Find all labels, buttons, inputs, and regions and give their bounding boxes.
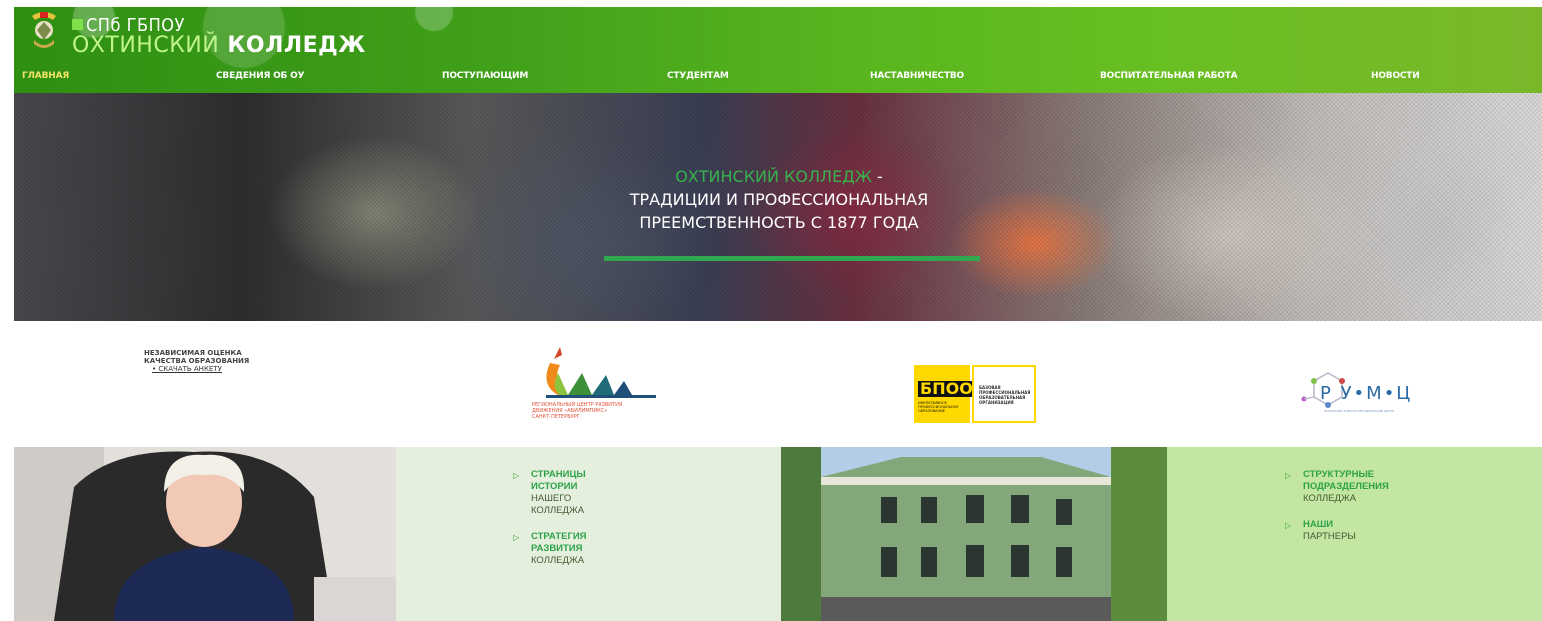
bpoo-right-line-4: ОРГАНИЗАЦИЯ xyxy=(979,400,1014,405)
triangle-marker-icon: ▷ xyxy=(513,471,520,480)
nav-students[interactable]: СТУДЕНТАМ xyxy=(667,71,729,81)
abilympics-caption: РЕГИОНАЛЬНЫЙ ЦЕНТР РАЗВИТИЯ ДВИЖЕНИЯ «АБ… xyxy=(532,402,622,420)
link-our-partners[interactable]: ▷ НАШИ ПАРТНЕРЫ xyxy=(1285,519,1389,543)
bpoo-left-line-3: ОБРАЗОВАНИЕ xyxy=(918,409,945,413)
history-strategy-panel: ▷ СТРАНИЦЫ ИСТОРИИ НАШЕГО КОЛЛЕДЖА ▷ СТР… xyxy=(396,447,781,621)
rumc-subtitle: РЕСУРСНЫЙ УЧЕБНО-МЕТОДИЧЕСКИЙ ЦЕНТР xyxy=(1324,409,1395,413)
bpoo-left-block: БПОО ИНКЛЮЗИВНОЕ ПРОФЕССИОНАЛЬНОЕ ОБРАЗО… xyxy=(914,365,975,423)
link-history-line-2: ИСТОРИИ xyxy=(531,481,578,492)
hero-line-1: ОХТИНСКИЙ КОЛЛЕДЖ - xyxy=(604,165,954,188)
abilympics-icon xyxy=(546,347,656,398)
history-links: ▷ СТРАНИЦЫ ИСТОРИИ НАШЕГО КОЛЛЕДЖА ▷ СТР… xyxy=(513,469,587,581)
rumc-logo[interactable]: Р У•М•Ц РЕСУРСНЫЙ УЧЕБНО-МЕТОДИЧЕСКИЙ ЦЕ… xyxy=(1294,369,1430,421)
hero-accent: ОХТИНСКИЙ КОЛЛЕДЖ xyxy=(675,167,872,186)
director-photo[interactable] xyxy=(14,447,396,621)
link-structure-line-1: СТРУКТУРНЫЕ xyxy=(1303,469,1375,480)
hero-banner: ОХТИНСКИЙ КОЛЛЕДЖ - ТРАДИЦИИ И ПРОФЕССИО… xyxy=(14,93,1542,321)
nav-home[interactable]: ГЛАВНАЯ xyxy=(22,71,69,81)
triangle-marker-icon: ▷ xyxy=(1285,471,1292,480)
independent-assessment: НЕЗАВИСИМАЯ ОЦЕНКА КАЧЕСТВА ОБРАЗОВАНИЯ … xyxy=(144,349,249,373)
college-building-photo[interactable] xyxy=(781,447,1167,621)
hero-underline xyxy=(604,256,980,261)
brand-title[interactable]: ОХТИНСКИЙ КОЛЛЕДЖ xyxy=(72,33,366,58)
link-history-line-4: КОЛЛЕДЖА xyxy=(531,505,585,516)
independent-title-2: КАЧЕСТВА ОБРАЗОВАНИЯ xyxy=(144,357,250,365)
triangle-marker-icon: ▷ xyxy=(1285,521,1292,530)
link-strategy-line-1: СТРАТЕГИЯ xyxy=(531,531,587,542)
link-history-line-1: СТРАНИЦЫ xyxy=(531,469,586,480)
brand-name-bold: КОЛЛЕДЖ xyxy=(227,33,366,58)
abilympics-logo[interactable]: РЕГИОНАЛЬНЫЙ ЦЕНТР РАЗВИТИЯ ДВИЖЕНИЯ «АБ… xyxy=(532,345,657,427)
bpoo-mark: БПОО xyxy=(918,379,975,398)
bpoo-right-caption: БАЗОВАЯ ПРОФЕССИОНАЛЬНАЯ ОБРАЗОВАТЕЛЬНАЯ… xyxy=(979,385,1030,405)
link-development-strategy[interactable]: ▷ СТРАТЕГИЯ РАЗВИТИЯ КОЛЛЕДЖА xyxy=(513,531,587,567)
hero-dash: - xyxy=(871,167,883,186)
independent-title-1: НЕЗАВИСИМАЯ ОЦЕНКА xyxy=(144,349,242,357)
nav-news[interactable]: НОВОСТИ xyxy=(1371,71,1420,81)
nav-about[interactable]: СВЕДЕНИЯ ОБ ОУ xyxy=(216,71,305,81)
bpoo-logo[interactable]: БПОО ИНКЛЮЗИВНОЕ ПРОФЕССИОНАЛЬНОЕ ОБРАЗО… xyxy=(914,365,1036,423)
link-history-line-3: НАШЕГО xyxy=(531,493,572,504)
nav-mentorship[interactable]: НАСТАВНИЧЕСТВО xyxy=(870,71,964,81)
nav-applicants[interactable]: ПОСТУПАЮЩИМ xyxy=(442,71,528,81)
link-structure-line-3: КОЛЛЕДЖА xyxy=(1303,493,1357,504)
structure-partners-panel: ▷ СТРУКТУРНЫЕ ПОДРАЗДЕЛЕНИЯ КОЛЛЕДЖА ▷ Н… xyxy=(1167,447,1542,621)
site-header: СПб ГБПОУ ОХТИНСКИЙ КОЛЛЕДЖ ГЛАВНАЯ СВЕД… xyxy=(14,7,1542,93)
link-strategy-line-2: РАЗВИТИЯ xyxy=(531,543,583,554)
link-structural-divisions[interactable]: ▷ СТРУКТУРНЫЕ ПОДРАЗДЕЛЕНИЯ КОЛЛЕДЖА xyxy=(1285,469,1389,505)
partners-strip: НЕЗАВИСИМАЯ ОЦЕНКА КАЧЕСТВА ОБРАЗОВАНИЯ … xyxy=(14,321,1542,447)
rumc-title: Р У•М•Ц xyxy=(1320,383,1413,404)
structure-links: ▷ СТРУКТУРНЫЕ ПОДРАЗДЕЛЕНИЯ КОЛЛЕДЖА ▷ Н… xyxy=(1285,469,1389,557)
coat-of-arms-icon[interactable] xyxy=(29,10,59,52)
director-portrait-icon xyxy=(14,447,396,621)
hero-line-2: ТРАДИЦИИ И ПРОФЕССИОНАЛЬНАЯ xyxy=(629,190,929,209)
brand-name-light: ОХТИНСКИЙ xyxy=(72,33,220,58)
abilympics-line-3: САНКТ-ПЕТЕРБУРГ xyxy=(532,414,580,420)
triangle-marker-icon: ▷ xyxy=(513,533,520,542)
link-partners-line-2: ПАРТНЕРЫ xyxy=(1303,531,1356,542)
link-history-pages[interactable]: ▷ СТРАНИЦЫ ИСТОРИИ НАШЕГО КОЛЛЕДЖА xyxy=(513,469,587,517)
hero-line-3: ПРЕЕМСТВЕННОСТЬ С 1877 ГОДА xyxy=(639,213,919,232)
nav-education-work[interactable]: ВОСПИТАТЕЛЬНАЯ РАБОТА xyxy=(1100,71,1238,81)
link-partners-line-1: НАШИ xyxy=(1303,519,1334,530)
hero-headline: ОХТИНСКИЙ КОЛЛЕДЖ - ТРАДИЦИИ И ПРОФЕССИО… xyxy=(604,165,954,234)
college-building-icon xyxy=(781,447,1167,621)
link-strategy-line-3: КОЛЛЕДЖА xyxy=(531,555,585,566)
bpoo-left-caption: ИНКЛЮЗИВНОЕ ПРОФЕССИОНАЛЬНОЕ ОБРАЗОВАНИЕ xyxy=(918,401,959,413)
link-structure-line-2: ПОДРАЗДЕЛЕНИЯ xyxy=(1303,481,1389,492)
main-nav: ГЛАВНАЯ СВЕДЕНИЯ ОБ ОУ ПОСТУПАЮЩИМ СТУДЕ… xyxy=(14,71,1542,87)
bpoo-right-block: БАЗОВАЯ ПРОФЕССИОНАЛЬНАЯ ОБРАЗОВАТЕЛЬНАЯ… xyxy=(972,365,1036,423)
download-survey-link[interactable]: СКАЧАТЬ АНКЕТУ xyxy=(152,365,249,373)
